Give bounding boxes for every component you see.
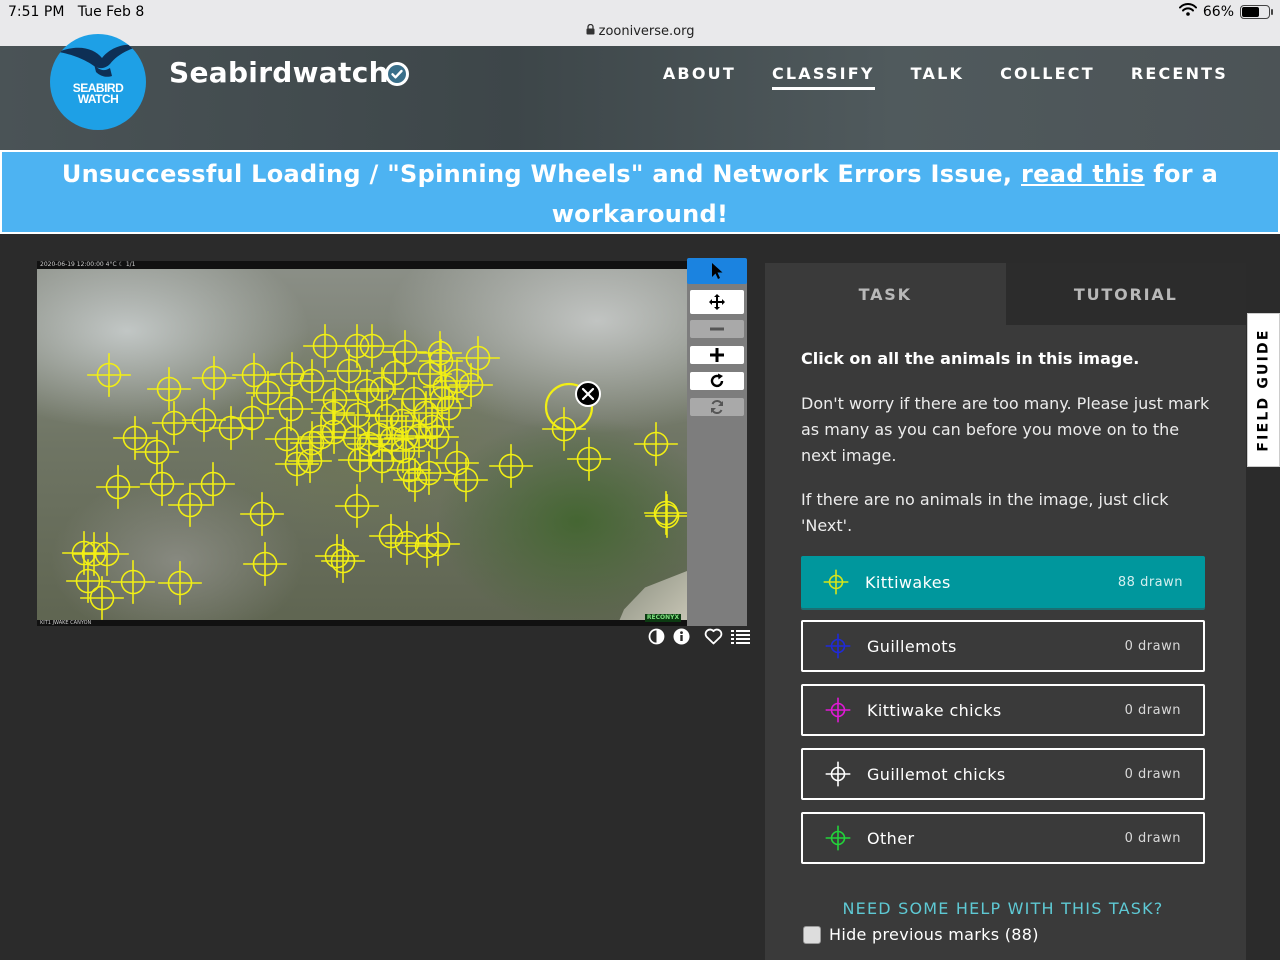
invert-contrast-icon[interactable] xyxy=(648,628,665,649)
task-panel: TASK TUTORIAL Click on all the animals i… xyxy=(765,263,1246,960)
task-tabs: TASK TUTORIAL xyxy=(765,263,1246,325)
answer-count: 0 drawn xyxy=(1124,702,1181,718)
answer-kittiwake-chicks[interactable]: Kittiwake chicks 0 drawn xyxy=(801,684,1205,736)
nav-collect[interactable]: COLLECT xyxy=(1000,64,1095,90)
wifi-icon xyxy=(1178,3,1197,20)
answer-guillemot-chicks[interactable]: Guillemot chicks 0 drawn xyxy=(801,748,1205,800)
delete-mark-icon[interactable] xyxy=(575,381,601,407)
project-header: SEABIRD WATCH Seabirdwatch ABOUT CLASSIF… xyxy=(0,34,1280,150)
answer-count: 88 drawn xyxy=(1117,574,1183,590)
status-bar: 7:51 PM Tue Feb 8 zooniverse.org 66% xyxy=(0,0,1280,46)
crosshair-icon xyxy=(823,569,849,595)
answer-label: Guillemot chicks xyxy=(867,764,1006,784)
rotate-icon xyxy=(710,373,724,388)
url-text: zooniverse.org xyxy=(598,24,695,39)
answer-kittiwakes[interactable]: Kittiwakes 88 drawn xyxy=(801,556,1205,608)
project-title[interactable]: Seabirdwatch xyxy=(169,56,389,89)
refresh-icon xyxy=(711,399,723,415)
answer-label: Guillemots xyxy=(867,636,957,656)
hide-marks-checkbox[interactable] xyxy=(803,925,821,944)
tab-tutorial[interactable]: TUTORIAL xyxy=(1005,263,1246,325)
info-icon[interactable] xyxy=(673,628,690,649)
zoom-out-button[interactable] xyxy=(690,320,744,338)
image-toolbar xyxy=(687,258,747,626)
address-bar[interactable]: zooniverse.org xyxy=(0,23,1280,39)
reset-view-button[interactable] xyxy=(690,398,744,416)
mark-layer[interactable] xyxy=(37,261,687,626)
project-logo[interactable]: SEABIRD WATCH xyxy=(50,34,146,130)
rotate-button[interactable] xyxy=(690,372,744,390)
need-help-link[interactable]: NEED SOME HELP WITH THIS TASK? xyxy=(801,899,1205,918)
camera-timestamp: 2020-06-19 12:00:00 4°C ☾ 1/1 xyxy=(37,261,687,269)
logo-text-line2: WATCH xyxy=(77,92,119,106)
favorite-heart-icon[interactable] xyxy=(704,628,723,649)
answer-count: 0 drawn xyxy=(1124,638,1181,654)
field-guide-tab[interactable]: FIELD GUIDE xyxy=(1247,313,1280,467)
collections-list-icon[interactable] xyxy=(731,629,750,648)
hide-marks-toggle[interactable]: Hide previous marks (88) xyxy=(803,925,1039,944)
nav-talk[interactable]: TALK xyxy=(911,64,964,90)
answer-guillemots[interactable]: Guillemots 0 drawn xyxy=(801,620,1205,672)
subject-viewer[interactable]: 2020-06-19 12:00:00 4°C ☾ 1/1 KIT1 JWAKE… xyxy=(37,261,687,626)
system-indicators: 66% xyxy=(1178,3,1273,20)
hide-marks-label: Hide previous marks (88) xyxy=(829,925,1039,944)
verified-badge-icon xyxy=(385,62,409,86)
camera-label: KIT1 JWAKE CANYON xyxy=(37,620,687,626)
crosshair-icon xyxy=(825,633,851,659)
nav-recents[interactable]: RECENTS xyxy=(1131,64,1228,90)
field-guide-label: FIELD GUIDE xyxy=(1255,328,1272,452)
nav-classify[interactable]: CLASSIFY xyxy=(771,64,875,90)
announcement-banner: Unsuccessful Loading / "Spinning Wheels"… xyxy=(0,150,1280,234)
clock: 7:51 PM Tue Feb 8 xyxy=(8,4,145,20)
answer-other[interactable]: Other 0 drawn xyxy=(801,812,1205,864)
battery-percent: 66% xyxy=(1202,3,1234,20)
minus-icon xyxy=(710,327,724,331)
crosshair-icon xyxy=(825,825,851,851)
banner-read-this-link[interactable]: read this xyxy=(1021,160,1145,188)
pointer-icon xyxy=(712,263,723,279)
crosshair-icon xyxy=(825,761,851,787)
answer-label: Kittiwakes xyxy=(865,572,951,592)
answer-count: 0 drawn xyxy=(1124,830,1181,846)
project-nav: ABOUT CLASSIFY TALK COLLECT RECENTS xyxy=(663,64,1228,90)
task-instruction: Click on all the animals in this image. xyxy=(801,349,1140,368)
camera-brand: RECONYX xyxy=(645,614,681,622)
banner-text-start: Unsuccessful Loading / "Spinning Wheels"… xyxy=(61,160,1021,188)
lock-icon xyxy=(586,23,599,39)
pan-tool-button[interactable] xyxy=(690,290,744,314)
annotate-tool-button[interactable] xyxy=(687,258,747,284)
subject-meta-tools xyxy=(648,628,750,649)
crosshair-icon xyxy=(825,697,851,723)
zoom-in-button[interactable] xyxy=(690,346,744,364)
task-help-text: Don't worry if there are too many. Pleas… xyxy=(801,394,1210,465)
move-icon xyxy=(709,294,725,310)
tab-task[interactable]: TASK xyxy=(765,263,1006,325)
answer-label: Other xyxy=(867,828,915,848)
task-help-text-2: If there are no animals in the image, ju… xyxy=(801,490,1169,535)
nav-about[interactable]: ABOUT xyxy=(663,64,736,90)
answer-count: 0 drawn xyxy=(1124,766,1181,782)
plus-icon xyxy=(710,348,724,362)
answer-label: Kittiwake chicks xyxy=(867,700,1002,720)
battery-icon xyxy=(1240,4,1273,19)
